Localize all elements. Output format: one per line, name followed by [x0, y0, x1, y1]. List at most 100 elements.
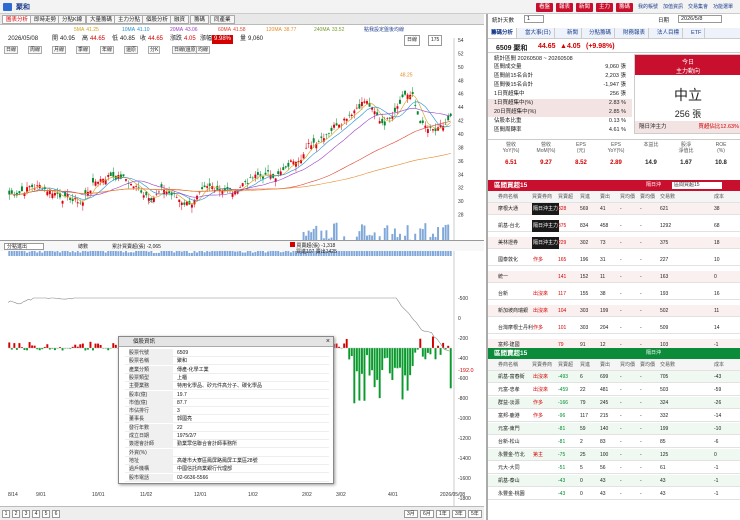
right-tab-2[interactable]: 新聞	[564, 28, 583, 38]
candle-110	[287, 162, 290, 167]
sell_rows-cell-5-0: 台新-松山	[498, 439, 520, 445]
popup-row-11: 簽證會計師 勤業眾信聯合會計師事務所	[125, 440, 329, 449]
popup-val-4: 特用化學品、矽元件高分子、碳化學品	[177, 383, 263, 390]
branch-select[interactable]: 分點進出	[4, 243, 44, 250]
sell_rows-cell-6-3: 25	[580, 452, 586, 458]
buy_rows-row-4[interactable]: 統一 141 152 11 - - 163 0	[488, 271, 740, 283]
tab-peers[interactable]: 同產業	[210, 15, 235, 24]
net-bar-135	[350, 348, 353, 357]
buy_rows-row-6[interactable]: 新加坡商瑞銀 出沒來 104 303 199 - - 502 11	[488, 305, 740, 317]
candle-18	[53, 192, 56, 196]
timeframe-4[interactable]: 5年	[468, 510, 482, 518]
sell_rows-row-1[interactable]: 元富-忠孝 出沒來 -459 22 481 - - 503 -59	[488, 384, 740, 396]
timeframe-3[interactable]: 3年	[452, 510, 466, 518]
sell_rows-row-8[interactable]: 凱基-泰山 -43 0 43- -43 -1	[488, 475, 740, 487]
candle-84	[221, 191, 224, 194]
page-btn-5[interactable]: 6	[52, 510, 60, 518]
candle-153	[396, 106, 399, 109]
sell_rows-row-6[interactable]: 永豐金-竹北 第主 -75 25 100 - - 125 0	[488, 449, 740, 461]
ma-hint[interactable]: 點我設定盤後均線	[364, 26, 404, 34]
buy_rows-row-5[interactable]: 台新 出沒來 117 155 38 - - 193 16	[488, 288, 740, 300]
sell_rows-row-5[interactable]: 台新-松山 -81 2 83 - - 85 -6	[488, 436, 740, 448]
close-icon[interactable]: ×	[326, 337, 330, 347]
sell_rows-cell-0-0: 凱基-富春街	[498, 374, 525, 380]
candle-144	[373, 111, 376, 115]
mode-label[interactable]: 總數	[78, 243, 88, 250]
tab-volume[interactable]: 大量籌碼	[86, 15, 117, 24]
right-tab-0[interactable]: 籌碼分析	[488, 28, 518, 38]
tab-main-branch[interactable]: 主力分點	[114, 15, 145, 24]
top-btn-4[interactable]: 籌碼	[616, 3, 634, 12]
page-btn-4[interactable]: 5	[42, 510, 50, 518]
page-btn-3[interactable]: 4	[32, 510, 40, 518]
buy_rows-row-2[interactable]: 美林證券 隔日沖主力 229 302 73 - - 375 18	[488, 237, 740, 249]
page-btn-1[interactable]: 2	[12, 510, 20, 518]
stats-list: 區間成交量 9,060 張區間前15名合計 2,203 張區間後15名合計 -1,94…	[488, 63, 632, 143]
top-btn-1[interactable]: 報表	[556, 3, 574, 12]
buy_rows-cell-2-5: -	[620, 240, 622, 246]
tab-intraday[interactable]: 即時走勢	[30, 15, 61, 24]
stock-info-popup[interactable]: 個股資訊 × 股票代號 6509 股票名稱 聚和 產業分類 傳產-化學工業 股票類型 上櫃 主要業…	[118, 336, 334, 484]
page-btn-0[interactable]: 1	[2, 510, 10, 518]
vol-bar-18	[53, 251, 56, 256]
candle-1	[10, 190, 13, 194]
right-tab-4[interactable]: 財務報表	[620, 28, 650, 38]
tab-chart[interactable]: 圖表分析	[2, 15, 33, 24]
candle-9	[31, 184, 34, 188]
buy_rows-row-3[interactable]: 國泰敦化 作多 165 196 31 - - 227 10	[488, 254, 740, 266]
net-bar-143	[371, 348, 374, 371]
sell_rows-row-4[interactable]: 元富-東門 -81 59 140 - - 199 -10	[488, 423, 740, 435]
stat-days-select[interactable]: 1	[524, 15, 544, 23]
fund-col-6: ROE (%) 10.8	[706, 140, 736, 166]
col-head-b1: 買賣券商	[532, 194, 553, 200]
sell_rows-row-3[interactable]: 富邦-鹿港 作多 -96 117 215 - - 332 -14	[488, 410, 740, 422]
top-btn-3[interactable]: 主力	[596, 3, 614, 12]
date-input[interactable]: 2026/5/8	[678, 15, 722, 23]
candle-49	[132, 186, 135, 189]
link-trade[interactable]: 交易集會	[688, 3, 708, 10]
right-tab-1[interactable]: 當大事(日)	[522, 28, 555, 38]
lower-tick-2: -200	[458, 336, 468, 342]
buy_rows-row-7[interactable]: 台灣摩根士丹利 作多 101 303 204 - - 509 14	[488, 322, 740, 334]
sell_rows-row-2[interactable]: 群益-淡源 作多 -166 79 245 - - 324 -26	[488, 397, 740, 409]
stat-val-4: 2.83 %	[608, 100, 626, 106]
timeframe-0[interactable]: 3月	[404, 510, 418, 518]
buy_rows-cell-5-1: 出沒來	[533, 291, 549, 297]
candle-91	[239, 187, 242, 188]
right-tab-6[interactable]: ETF	[688, 28, 706, 38]
candle-125	[325, 134, 328, 136]
sell_rows-cell-5-4: 83	[600, 439, 606, 445]
tab-branch-k[interactable]: 分點K線	[58, 15, 87, 24]
net-bar-132	[343, 343, 346, 348]
sell_rows-row-0[interactable]: 凱基-富春街 出沒來 -493 6 699 - - 705 -43	[488, 371, 740, 383]
tab-margin[interactable]: 融資	[170, 15, 190, 24]
buy_rows-row-1[interactable]: 凱基-台北 隔日沖主力 375 834 458 - - 1292 68	[488, 220, 740, 232]
buy_rows-row-0[interactable]: 摩根大通 隔日沖主力 328 569 41 - - 621 38	[488, 203, 740, 215]
top-btn-2[interactable]: 新聞	[576, 3, 594, 12]
timeframe-1[interactable]: 6月	[420, 510, 434, 518]
right-tab-3[interactable]: 分點籌碼	[586, 28, 616, 38]
timeframe-2[interactable]: 1年	[436, 510, 450, 518]
link-plus[interactable]: 加值資訊	[663, 3, 683, 10]
tab-chips[interactable]: 籌碼	[190, 15, 210, 24]
right-tab-5[interactable]: 法人目標	[654, 28, 684, 38]
sell_rows-row-9[interactable]: 永豐金-桃園 -43 0 43- -43 -1	[488, 488, 740, 500]
stat-row-3: 1日買超集中 256 張	[488, 90, 632, 99]
vol-bar-13	[41, 252, 44, 256]
top-btn-0[interactable]: 看盤	[536, 3, 554, 12]
buy_rows-cell-7-1: 作多	[533, 325, 544, 331]
buy_rows-cell-6-1: 出沒來	[533, 308, 549, 314]
link-account[interactable]: 我的帳號	[638, 3, 658, 10]
price-tick-9: 36	[458, 159, 464, 165]
tab-stock[interactable]: 個股分析	[142, 15, 173, 24]
link-menu[interactable]: 功能選單	[713, 3, 733, 10]
net-bar-167	[432, 336, 434, 348]
sell_rows-row-7[interactable]: 元大-大同 -51 5 56 - - 61 -1	[488, 462, 740, 474]
date-btn[interactable]: 日期	[658, 16, 669, 24]
col-head-b8: 成本	[714, 194, 725, 200]
title-bar: 聚和 看盤 報表 新聞 主力 籌碼 我的帳號 加值資訊 交易集會 功能選單	[0, 0, 740, 14]
ma-val-0: 41.25	[86, 27, 99, 33]
date-tick-3: 11/02	[140, 492, 152, 498]
page-btn-2[interactable]: 3	[22, 510, 30, 518]
buy-sort-select[interactable]: 區間買超15	[672, 182, 722, 189]
